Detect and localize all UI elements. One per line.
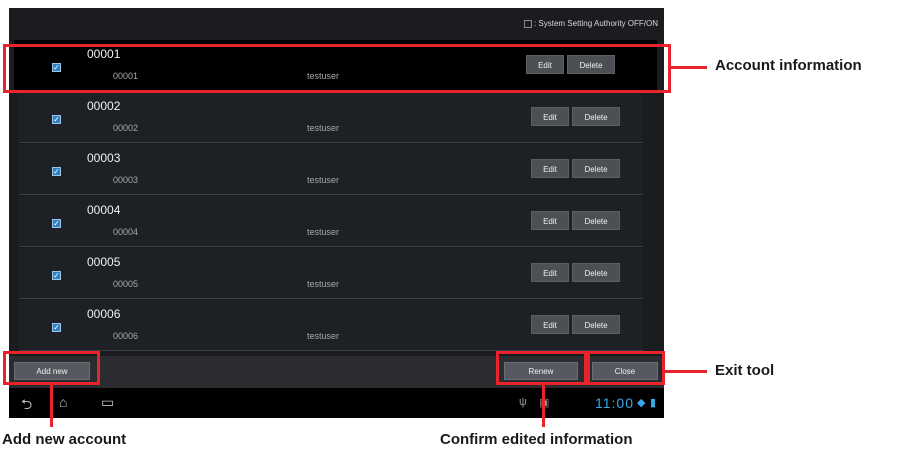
checkbox[interactable]: ✓	[52, 219, 61, 228]
legend-square-icon	[523, 19, 532, 28]
wifi-icon: ◆	[637, 397, 646, 409]
renew-highlight	[496, 351, 587, 385]
account-row[interactable]: ✓ 00006 00006 testuser Edit Delete	[19, 300, 643, 351]
delete-button[interactable]: Delete	[572, 263, 620, 282]
account-sub-id: 00003	[113, 175, 139, 185]
system-nav-bar: ⮌ ⌂ ▭ ψ ▣ 11:00 ◆ ▮	[9, 388, 664, 418]
account-row[interactable]: ✓ 00005 00005 testuser Edit Delete	[19, 248, 643, 299]
account-number: 00004	[87, 203, 121, 217]
delete-button[interactable]: Delete	[572, 211, 620, 230]
edit-button[interactable]: Edit	[531, 159, 569, 178]
checkbox[interactable]: ✓	[52, 115, 61, 124]
account-row[interactable]: ✓ 00002 00002 testuser Edit Delete	[19, 92, 643, 143]
delete-button[interactable]: Delete	[572, 107, 620, 126]
edit-button[interactable]: Edit	[531, 263, 569, 282]
edit-button[interactable]: Edit	[531, 107, 569, 126]
recent-apps-icon[interactable]: ▭	[101, 394, 114, 411]
edit-button[interactable]: Edit	[531, 211, 569, 230]
callout-exit-tool: Exit tool	[715, 362, 775, 379]
delete-button[interactable]: Delete	[572, 315, 620, 334]
account-user: testuser	[307, 227, 340, 237]
callout-account-information: Account information	[715, 57, 862, 74]
account-row-highlight	[3, 44, 671, 93]
authority-legend: : System Setting Authority OFF/ON	[523, 19, 658, 28]
checkbox[interactable]: ✓	[52, 323, 61, 332]
callout-add-new-account: Add new account	[2, 431, 127, 448]
checkbox[interactable]: ✓	[52, 167, 61, 176]
add-new-highlight	[3, 351, 100, 385]
account-row[interactable]: ✓ 00004 00004 testuser Edit Delete	[19, 196, 643, 247]
callout-line-account	[671, 66, 707, 69]
battery-icon: ▮	[650, 397, 657, 409]
back-icon[interactable]: ⮌	[21, 394, 32, 418]
checkbox[interactable]: ✓	[52, 271, 61, 280]
callout-line-exit	[665, 370, 707, 373]
clock: 11:00	[595, 395, 634, 411]
account-sub-id: 00006	[113, 331, 139, 341]
legend-text: : System Setting Authority OFF/ON	[533, 19, 658, 28]
account-number: 00002	[87, 99, 121, 113]
callout-line-confirm	[542, 385, 545, 427]
account-sub-id: 00005	[113, 279, 139, 289]
account-user: testuser	[307, 123, 340, 133]
edit-button[interactable]: Edit	[531, 315, 569, 334]
account-sub-id: 00002	[113, 123, 139, 133]
account-row[interactable]: ✓ 00003 00003 testuser Edit Delete	[19, 144, 643, 195]
home-icon[interactable]: ⌂	[59, 394, 67, 410]
account-number: 00005	[87, 255, 121, 269]
close-highlight	[587, 351, 665, 385]
account-user: testuser	[307, 279, 340, 289]
account-number: 00003	[87, 151, 121, 165]
account-number: 00006	[87, 307, 121, 321]
callout-line-add	[50, 385, 53, 427]
usb-icon: ψ	[519, 396, 527, 408]
callout-confirm-edited: Confirm edited information	[440, 431, 633, 448]
delete-button[interactable]: Delete	[572, 159, 620, 178]
account-user: testuser	[307, 175, 340, 185]
account-sub-id: 00004	[113, 227, 139, 237]
account-user: testuser	[307, 331, 340, 341]
